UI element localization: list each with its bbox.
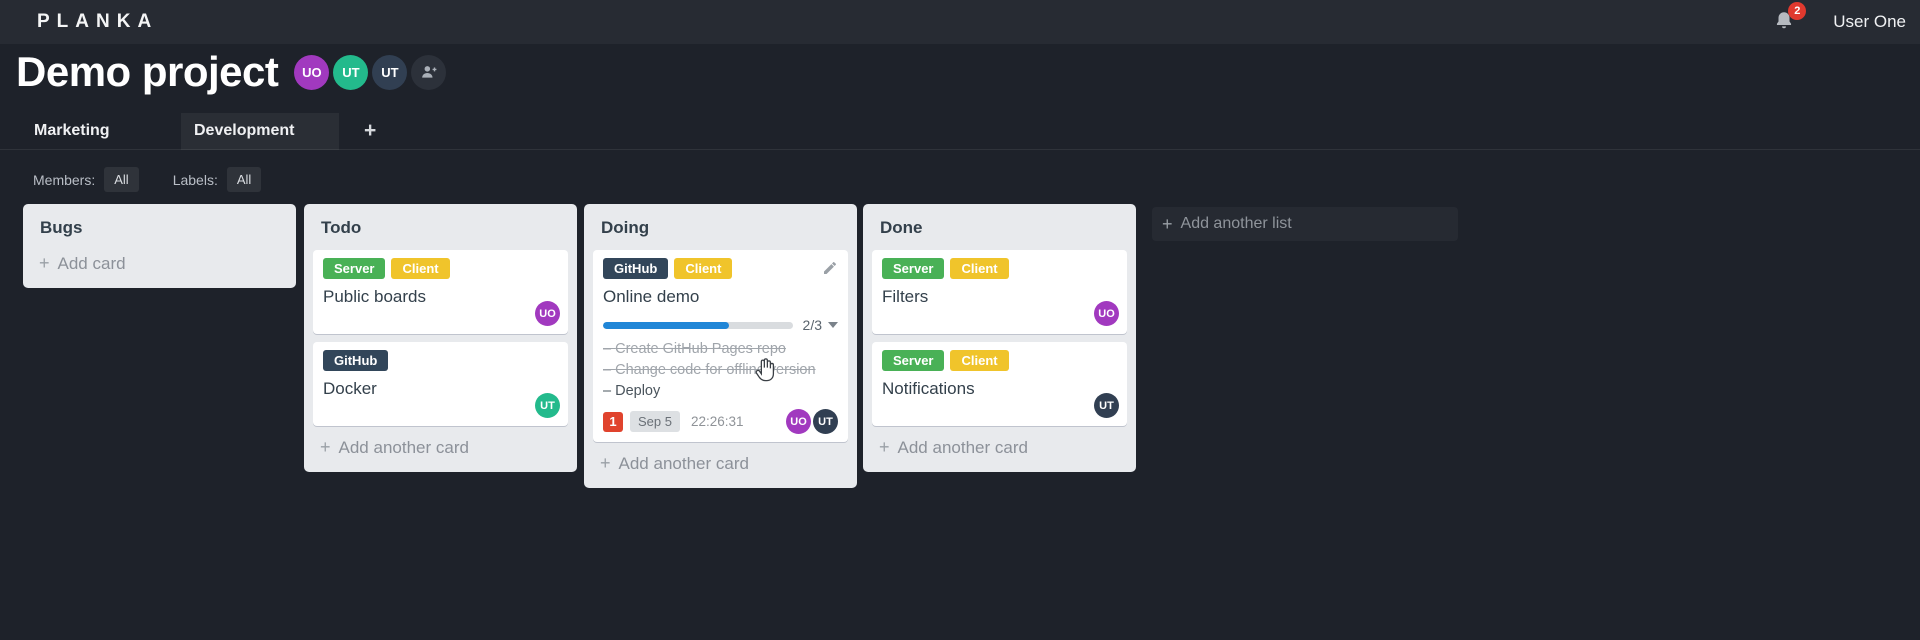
card-title: Docker <box>323 379 377 398</box>
plus-icon: + <box>320 437 331 457</box>
avatar[interactable]: UT <box>333 54 369 90</box>
task-item[interactable]: – Change code for offline version <box>603 360 838 381</box>
label-client[interactable]: Client <box>950 258 1009 279</box>
top-bar: PLANKA 2 User One <box>0 0 1920 44</box>
list-doing: Doing GitHub Client Online demo 2/3 – Cr… <box>584 204 857 488</box>
card-public-boards[interactable]: Server Client Public boards UO <box>313 250 568 334</box>
tab-marketing[interactable]: Marketing <box>0 113 181 150</box>
board-tabs: Marketing Development + <box>0 112 1920 150</box>
list-title[interactable]: Done <box>863 204 1136 242</box>
project-members: UO UT UT <box>294 54 447 90</box>
add-board-button[interactable]: + <box>356 119 384 143</box>
card-notifications[interactable]: Server Client Notifications UT <box>872 342 1127 426</box>
card-title: Notifications <box>882 379 975 398</box>
progress-bar[interactable] <box>603 321 793 329</box>
filter-bar: Members: All Labels: All <box>33 163 262 196</box>
members-filter-label: Members: <box>33 171 96 188</box>
task-item[interactable]: – Create GitHub Pages repo <box>603 339 838 360</box>
list-title[interactable]: Doing <box>584 204 857 242</box>
add-list-button[interactable]: + Add another list <box>1152 207 1458 241</box>
label-client[interactable]: Client <box>950 350 1009 371</box>
list-todo: Todo Server Client Public boards UO GitH… <box>304 204 577 472</box>
plus-icon: + <box>39 253 50 273</box>
card-title: Online demo <box>603 287 700 306</box>
task-list: – Create GitHub Pages repo – Change code… <box>603 339 838 402</box>
card-assignees: UO UT <box>786 409 838 434</box>
list-title[interactable]: Todo <box>304 204 577 242</box>
due-date-badge[interactable]: Sep 5 <box>630 411 680 432</box>
add-card-button[interactable]: + Add card <box>23 242 296 288</box>
card-online-demo[interactable]: GitHub Client Online demo 2/3 – Create G… <box>593 250 848 442</box>
add-card-button[interactable]: + Add another card <box>863 426 1136 472</box>
card-title: Filters <box>882 287 929 306</box>
card-labels: Server Client <box>882 258 1117 279</box>
label-server[interactable]: Server <box>882 350 945 371</box>
notification-count-badge: 1 <box>603 411 623 432</box>
add-card-button[interactable]: + Add another card <box>584 442 857 488</box>
card-badges: 1 Sep 5 22:26:31 UO UT <box>603 409 838 434</box>
pencil-icon <box>824 262 836 274</box>
project-title[interactable]: Demo project <box>16 48 279 96</box>
label-server[interactable]: Server <box>882 258 945 279</box>
list-bugs: Bugs + Add card <box>23 204 296 288</box>
timer-badge[interactable]: 22:26:31 <box>691 414 744 429</box>
avatar[interactable]: UO <box>786 409 811 434</box>
label-client[interactable]: Client <box>391 258 450 279</box>
avatar[interactable]: UT <box>372 54 408 90</box>
avatar[interactable]: UO <box>535 301 560 326</box>
card-labels: GitHub Client <box>603 258 838 279</box>
add-card-label: Add another card <box>618 453 749 473</box>
add-list-label: Add another list <box>1180 215 1292 232</box>
project-header: Demo project UO UT UT <box>16 48 447 96</box>
members-filter-value[interactable]: All <box>104 167 139 192</box>
plus-icon: + <box>1162 213 1173 234</box>
label-server[interactable]: Server <box>323 258 386 279</box>
person-plus-icon <box>422 66 437 78</box>
progress-fill <box>603 321 730 329</box>
edit-card-button[interactable] <box>822 260 838 276</box>
add-card-label: Add card <box>57 253 126 273</box>
add-card-label: Add another card <box>897 437 1028 457</box>
chevron-down-icon[interactable] <box>828 322 838 328</box>
tab-development[interactable]: Development <box>181 112 339 150</box>
card-labels: Server Client <box>882 350 1117 371</box>
list-done: Done Server Client Filters UO Server Cli… <box>863 204 1136 472</box>
notifications-button[interactable]: 2 <box>1773 2 1807 34</box>
label-github[interactable]: GitHub <box>323 350 389 371</box>
topbar-right: 2 User One <box>1773 2 1906 34</box>
avatar[interactable]: UT <box>535 393 560 418</box>
task-item[interactable]: – Deploy <box>603 381 838 402</box>
label-github[interactable]: GitHub <box>603 258 669 279</box>
avatar[interactable]: UT <box>1094 393 1119 418</box>
card-title: Public boards <box>323 287 427 306</box>
list-title[interactable]: Bugs <box>23 204 296 242</box>
labels-filter-value[interactable]: All <box>226 167 262 192</box>
notification-count-badge: 2 <box>1788 2 1807 20</box>
progress-count[interactable]: 2/3 <box>803 317 822 333</box>
add-card-button[interactable]: + Add another card <box>304 426 577 472</box>
user-menu[interactable]: User One <box>1833 12 1906 32</box>
plus-icon: + <box>879 437 890 457</box>
add-card-label: Add another card <box>338 437 469 457</box>
app-logo[interactable]: PLANKA <box>37 11 158 33</box>
avatar[interactable]: UO <box>294 54 330 90</box>
add-member-button[interactable] <box>411 54 447 90</box>
avatar[interactable]: UO <box>1094 301 1119 326</box>
card-labels: GitHub <box>323 350 558 371</box>
labels-filter-label: Labels: <box>172 171 218 188</box>
label-client[interactable]: Client <box>674 258 733 279</box>
tasks-progress: 2/3 <box>603 317 838 333</box>
card-labels: Server Client <box>323 258 558 279</box>
avatar[interactable]: UT <box>813 409 838 434</box>
card-filters[interactable]: Server Client Filters UO <box>872 250 1127 334</box>
card-docker[interactable]: GitHub Docker UT <box>313 342 568 426</box>
plus-icon: + <box>600 453 611 473</box>
